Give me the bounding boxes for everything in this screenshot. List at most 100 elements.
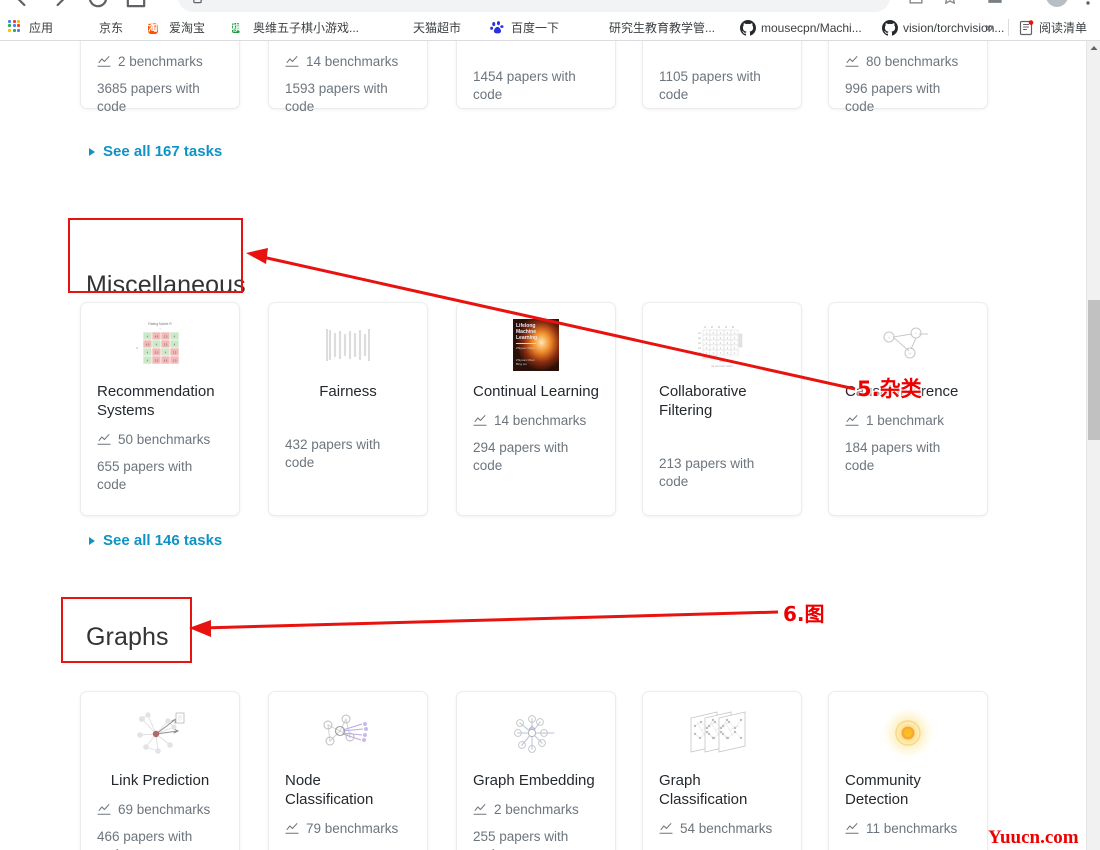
svg-text:u: u [888, 335, 890, 340]
benchmark-row: 2 benchmarks [97, 54, 223, 69]
bookmark-star-icon[interactable] [940, 0, 960, 12]
watermark: Yuucn.com [988, 827, 1079, 848]
extensions-home-icon[interactable] [985, 0, 1005, 12]
community-glow-thumb [845, 706, 971, 762]
card-fairness[interactable]: Fairness 432 papers with code [268, 302, 428, 516]
card-link-prediction[interactable]: Link Prediction 69 benchmarks 466 papers… [80, 691, 240, 850]
svg-text:4.5: 4.5 [164, 359, 168, 363]
browser-chrome: paperswithcode.com/sota 应用 [0, 0, 1100, 41]
bookmark-apps[interactable]: 应用 [8, 14, 53, 41]
benchmark-count: 2 benchmarks [118, 54, 203, 69]
benchmark-count: 80 benchmarks [866, 54, 959, 69]
card-continual-learning[interactable]: Lifelong Machine Learning Zhiyuan Chen Z… [456, 302, 616, 516]
partial-card-2[interactable]: 14 benchmarks 1593 papers with code [268, 41, 428, 114]
chart-icon [845, 822, 859, 834]
partial-card-4[interactable]: 1105 papers with code [642, 41, 802, 109]
bookmark-github-mousecpn[interactable]: mousecpn/Machi... [740, 14, 862, 41]
game-icon: 棋 [232, 22, 241, 33]
chart-icon [97, 803, 111, 815]
svg-text:v: v [915, 331, 917, 336]
svg-text:v: v [531, 747, 533, 751]
partial-card-1[interactable]: 2 benchmarks 3685 papers with code [80, 41, 240, 114]
bookmark-label: mousecpn/Machi... [761, 20, 862, 35]
home-icon[interactable] [122, 0, 150, 12]
papers-count: 1105 papers with code [659, 69, 761, 103]
globe-icon [588, 20, 604, 36]
benchmark-count: 14 benchmarks [306, 54, 399, 69]
bookmark-label: 奥维五子棋小游戏... [253, 21, 360, 35]
bookmark-label: 天猫超市 [413, 21, 462, 35]
benchmark-count: 50 benchmarks [118, 431, 211, 447]
baidu-icon [490, 20, 506, 36]
benchmark-count: 11 benchmarks [866, 820, 958, 836]
card-title: Continual Learning [473, 383, 599, 400]
address-bar[interactable]: paperswithcode.com/sota [178, 0, 890, 12]
caret-right-icon [89, 147, 95, 156]
share-icon[interactable] [906, 0, 926, 12]
bookmark-baidu[interactable]: 百度一下 [490, 14, 559, 41]
globe-icon [78, 20, 94, 36]
reading-list-label: 阅读清单 [1039, 21, 1088, 35]
page-content: 2 benchmarks 3685 papers with code 14 be… [0, 41, 1086, 850]
causal-graph-thumb: u v w [845, 317, 971, 373]
svg-text:3.5: 3.5 [173, 351, 177, 355]
chrome-menu-icon[interactable] [1080, 0, 1096, 12]
lock-icon [192, 0, 203, 9]
reading-list-button[interactable]: 阅读清单 [1018, 14, 1087, 41]
svg-text:w: w [909, 351, 912, 356]
card-title: Recommendation Systems [97, 383, 215, 419]
extension-puzzle-icon[interactable] [1018, 0, 1038, 12]
card-node-classification[interactable]: vvvvv Node Classification 79 benchmarks [268, 691, 428, 850]
svg-text:4.5: 4.5 [155, 335, 159, 339]
scrollbar-thumb[interactable] [1088, 300, 1100, 440]
bookmark-gomoku-game[interactable]: 棋 奥维五子棋小游戏... [232, 14, 359, 41]
graph-stack-thumb [659, 706, 785, 762]
benchmark-row: 80 benchmarks [845, 54, 971, 69]
card-graph-embedding[interactable]: vvvv vvvv Graph Embedding 2 benchmarks 2… [456, 691, 616, 850]
see-all-label: See all 146 tasks [103, 532, 223, 549]
svg-text:4.0: 4.0 [146, 343, 150, 347]
svg-text:v: v [349, 735, 351, 739]
papers-count: 1593 papers with code [285, 81, 388, 115]
svg-text:U: U [136, 346, 138, 350]
svg-text:5.0: 5.0 [155, 351, 159, 355]
card-causal-inference[interactable]: u v w Causal Inference 1 benchmark 184 pap… [828, 302, 988, 516]
benchmark-count: 69 benchmarks [118, 801, 211, 817]
papers-count: 3685 papers with code [97, 81, 200, 115]
benchmark-row: 69 benchmarks [97, 802, 223, 817]
bookmarks-overflow-button[interactable]: » [985, 14, 993, 41]
bookmark-label: 应用 [29, 21, 54, 35]
bookmark-tmall[interactable]: 天猫超市 [392, 14, 461, 41]
card-recommendation-systems[interactable]: Rating Matrix R I U 4 4.5 2.0 4 4.0 4 3.… [80, 302, 240, 516]
avatar[interactable] [1046, 0, 1068, 7]
scroll-up-arrow[interactable] [1087, 41, 1100, 55]
chart-icon [97, 55, 111, 67]
omnibox-row: paperswithcode.com/sota [0, 0, 1100, 14]
forward-arrow-icon[interactable] [46, 0, 74, 12]
card-title: Graph Classification [659, 772, 748, 808]
partial-card-3[interactable]: 1454 papers with code [456, 41, 616, 109]
see-all-146-tasks-link[interactable]: See all 146 tasks [89, 532, 222, 549]
benchmark-row: 79 benchmarks [285, 821, 411, 836]
card-graph-classification[interactable]: Graph Classification 54 benchmarks [642, 691, 802, 850]
back-arrow-icon[interactable] [8, 0, 36, 12]
svg-text:1.0: 1.0 [173, 359, 177, 363]
papers-count: 655 papers with code [97, 458, 193, 492]
bookmarks-bar: 应用 京东 淘 爱淘宝 棋 奥维五子棋小游戏... 天猫超市 百度一下 研究生教… [0, 14, 1100, 41]
papers-count: 184 papers with code [845, 439, 941, 473]
bookmark-jd[interactable]: 京东 [78, 14, 123, 41]
reload-icon[interactable] [84, 0, 112, 12]
card-community-detection[interactable]: Community Detection 11 benchmarks [828, 691, 988, 850]
svg-text:i5: i5 [732, 326, 735, 329]
bookmark-grad-edu[interactable]: 研究生教育教学管... [588, 14, 715, 41]
bookmark-taobao[interactable]: 淘 爱淘宝 [148, 14, 205, 41]
svg-text:u1: u1 [698, 332, 701, 335]
caret-right-icon [89, 536, 95, 545]
partial-card-5[interactable]: 80 benchmarks 996 papers with code [828, 41, 988, 114]
vertical-scrollbar[interactable] [1086, 41, 1100, 850]
see-all-167-tasks-link[interactable]: See all 167 tasks [89, 143, 222, 160]
benchmark-row: 2 benchmarks [473, 802, 599, 817]
chart-icon [97, 433, 111, 445]
card-collaborative-filtering[interactable]: i1 i2 i3 i4 i5 u1 u2 u3 u4 u5 10101 01010 11001 … [642, 302, 802, 516]
card-title: Causal Inference [845, 383, 959, 400]
